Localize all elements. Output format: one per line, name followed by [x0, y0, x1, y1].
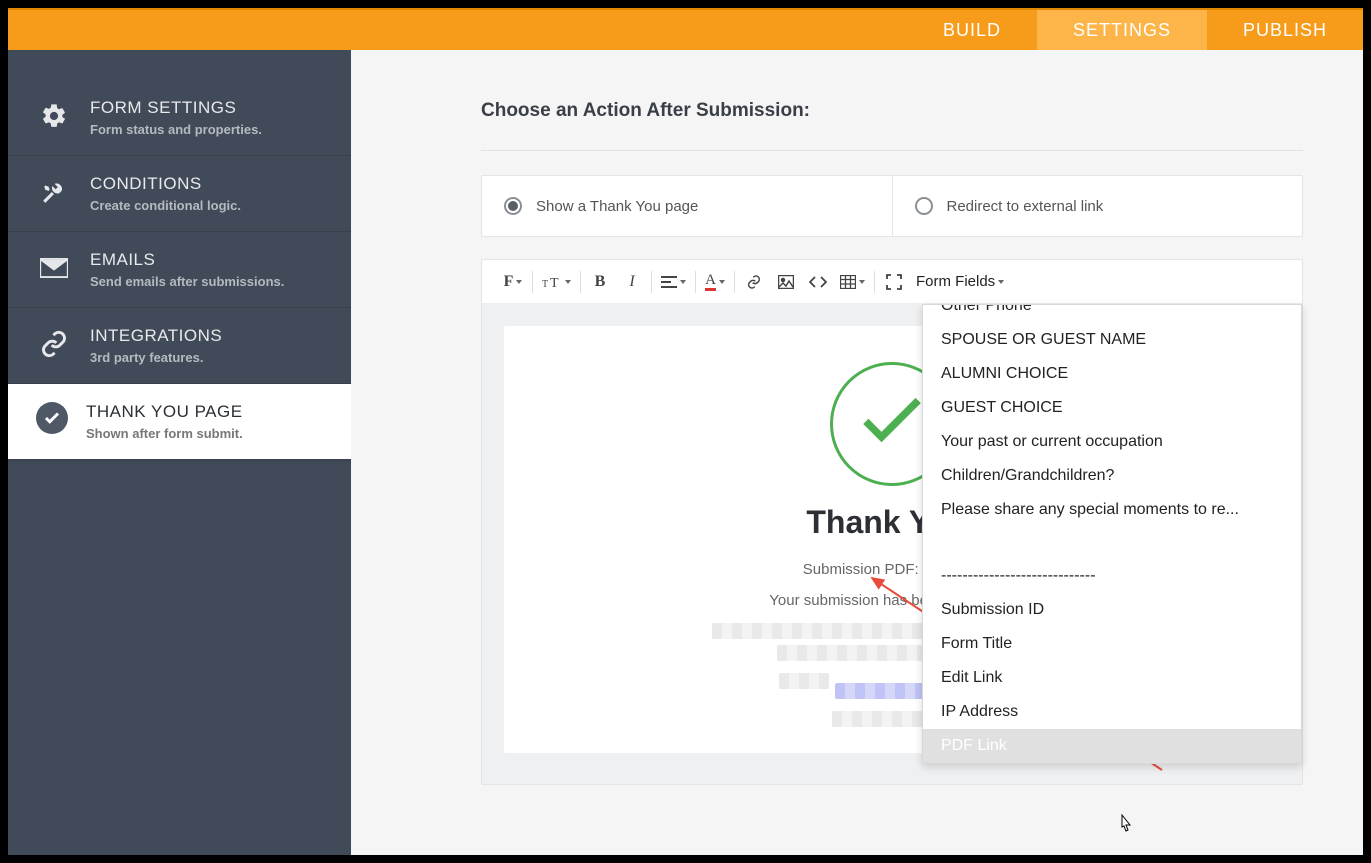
- thank-you-editor: F TT B I A: [481, 259, 1303, 785]
- separator-icon: [734, 271, 735, 293]
- option-thank-you-page[interactable]: Show a Thank You page: [482, 176, 892, 236]
- dd-item-guest-choice[interactable]: GUEST CHOICE: [923, 391, 1301, 425]
- separator-icon: [532, 271, 533, 293]
- sidebar-item-label: FORM SETTINGS: [90, 98, 262, 118]
- nav-settings[interactable]: SETTINGS: [1037, 10, 1207, 50]
- form-fields-dropdown-menu[interactable]: Other Phone SPOUSE OR GUEST NAME ALUMNI …: [922, 304, 1302, 764]
- code-button[interactable]: [805, 268, 831, 296]
- sidebar-item-integrations[interactable]: INTEGRATIONS 3rd party features.: [8, 308, 351, 384]
- sidebar-item-sub: Send emails after submissions.: [90, 274, 284, 289]
- italic-button[interactable]: I: [619, 268, 645, 296]
- option-redirect[interactable]: Redirect to external link: [892, 176, 1303, 236]
- dd-item-occupation[interactable]: Your past or current occupation: [923, 425, 1301, 459]
- sidebar-item-label: CONDITIONS: [90, 174, 241, 194]
- editor-toolbar: F TT B I A: [482, 260, 1302, 304]
- cursor-pointer-icon: [1116, 813, 1136, 837]
- sidebar-item-sub: Shown after form submit.: [86, 426, 243, 441]
- sidebar-item-sub: Create conditional logic.: [90, 198, 241, 213]
- font-size-button[interactable]: TT: [539, 268, 574, 296]
- radio-icon: [504, 197, 522, 215]
- option-label: Redirect to external link: [947, 198, 1104, 215]
- separator-icon: [695, 271, 696, 293]
- dd-blank: [923, 527, 1301, 559]
- settings-sidebar: FORM SETTINGS Form status and properties…: [8, 50, 351, 855]
- nav-publish[interactable]: PUBLISH: [1207, 10, 1363, 50]
- table-button[interactable]: [837, 268, 868, 296]
- sidebar-item-form-settings[interactable]: FORM SETTINGS Form status and properties…: [8, 80, 351, 156]
- separator-icon: [651, 271, 652, 293]
- tools-icon: [36, 174, 72, 210]
- fullscreen-button[interactable]: [881, 268, 907, 296]
- sidebar-item-sub: Form status and properties.: [90, 122, 262, 137]
- image-button[interactable]: [773, 268, 799, 296]
- sidebar-item-sub: 3rd party features.: [90, 350, 222, 365]
- bold-button[interactable]: B: [587, 268, 613, 296]
- dd-item-edit-link[interactable]: Edit Link: [923, 661, 1301, 695]
- sidebar-item-emails[interactable]: EMAILS Send emails after submissions.: [8, 232, 351, 308]
- dd-item-pdf-link[interactable]: PDF Link: [923, 729, 1301, 763]
- dd-item-spouse-guest-name[interactable]: SPOUSE OR GUEST NAME: [923, 323, 1301, 357]
- form-fields-dropdown-button[interactable]: Form Fields: [913, 268, 1007, 296]
- section-heading: Choose an Action After Submission:: [481, 100, 1303, 122]
- action-selector: Show a Thank You page Redirect to extern…: [481, 175, 1303, 237]
- dd-item-submission-id[interactable]: Submission ID: [923, 593, 1301, 627]
- check-circle-icon: [36, 402, 68, 434]
- dd-item-alumni-choice[interactable]: ALUMNI CHOICE: [923, 357, 1301, 391]
- radio-icon: [915, 197, 933, 215]
- dd-item-other-phone[interactable]: Other Phone: [923, 304, 1301, 323]
- dd-item-form-title[interactable]: Form Title: [923, 627, 1301, 661]
- gear-icon: [36, 98, 72, 134]
- content-area: Choose an Action After Submission: Show …: [351, 50, 1363, 855]
- svg-text:T: T: [542, 279, 548, 289]
- sidebar-item-label: EMAILS: [90, 250, 284, 270]
- nav-build[interactable]: BUILD: [907, 10, 1037, 50]
- text-color-button[interactable]: A: [702, 268, 728, 296]
- svg-text:T: T: [550, 276, 559, 289]
- dd-divider: -----------------------------: [923, 559, 1301, 593]
- form-fields-label: Form Fields: [916, 273, 995, 290]
- link-button[interactable]: [741, 268, 767, 296]
- separator-icon: [580, 271, 581, 293]
- envelope-icon: [36, 250, 72, 286]
- option-label: Show a Thank You page: [536, 198, 698, 215]
- align-button[interactable]: [658, 268, 689, 296]
- sidebar-item-thank-you-page[interactable]: THANK YOU PAGE Shown after form submit.: [8, 384, 361, 459]
- sidebar-item-conditions[interactable]: CONDITIONS Create conditional logic.: [8, 156, 351, 232]
- divider: [481, 150, 1303, 151]
- sidebar-item-label: INTEGRATIONS: [90, 326, 222, 346]
- dd-item-children[interactable]: Children/Grandchildren?: [923, 459, 1301, 493]
- top-navbar: BUILD SETTINGS PUBLISH: [8, 8, 1363, 50]
- dd-item-special-moments[interactable]: Please share any special moments to re..…: [923, 493, 1301, 527]
- link-icon: [36, 326, 72, 362]
- separator-icon: [874, 271, 875, 293]
- font-family-button[interactable]: F: [500, 268, 526, 296]
- dd-item-ip-address[interactable]: IP Address: [923, 695, 1301, 729]
- sidebar-item-label: THANK YOU PAGE: [86, 402, 243, 422]
